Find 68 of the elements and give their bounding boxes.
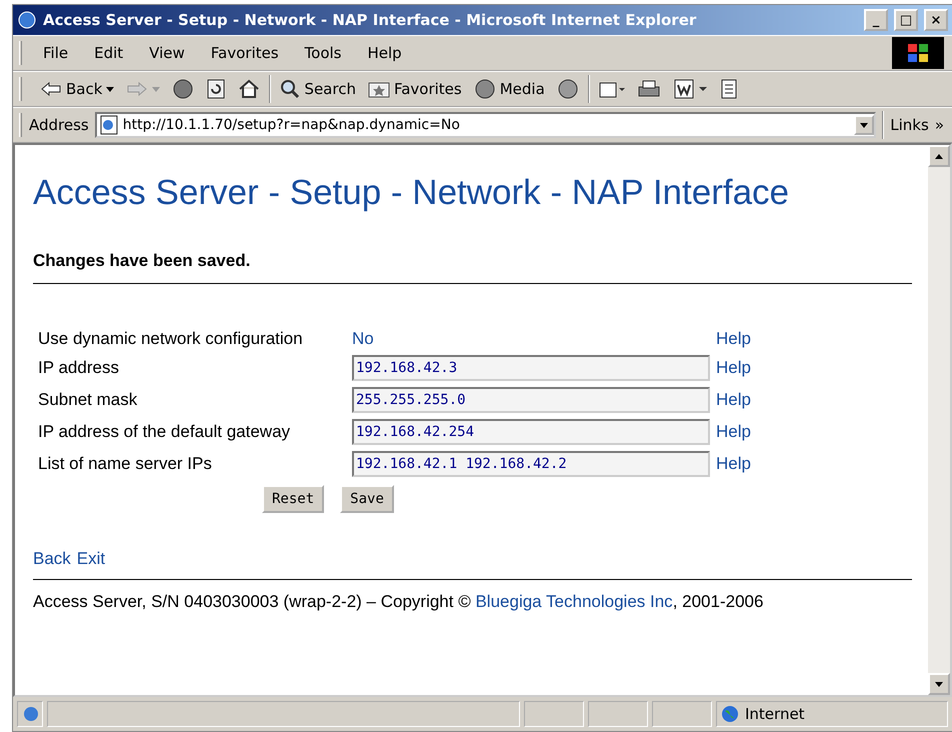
menu-item[interactable]: Tools: [298, 42, 348, 64]
caret-icon: [106, 86, 114, 92]
menu-item[interactable]: Help: [362, 42, 408, 64]
field-label: IP address of the default gateway: [38, 422, 292, 442]
back-arrow-icon: [40, 81, 62, 97]
printer-icon: [636, 79, 661, 99]
search-button[interactable]: Search: [277, 77, 359, 101]
input-field[interactable]: 192.168.42.254: [352, 419, 710, 445]
caret-icon: [152, 86, 160, 92]
stop-icon: [172, 78, 194, 100]
input-field[interactable]: 192.168.42.3: [352, 355, 710, 381]
input-field[interactable]: 255.255.255.0: [352, 387, 710, 413]
window-title: Access Server - Setup - Network - NAP Interface - Microsoft Internet Explorer: [43, 11, 698, 29]
browser-logo-icon: [17, 10, 37, 30]
page-heading: Access Server - Setup - Network - NAP Interface: [33, 173, 790, 213]
caret-icon: [860, 123, 868, 128]
page-icon: [22, 705, 38, 723]
scrollbar[interactable]: [928, 145, 950, 695]
document-icon: [718, 78, 739, 100]
input-field[interactable]: 192.168.42.1 192.168.42.2: [352, 451, 710, 477]
menu-item[interactable]: Edit: [88, 42, 130, 64]
caret-down-icon: [935, 682, 943, 686]
window-control-button[interactable]: _: [864, 9, 888, 31]
star-folder-icon: [368, 80, 390, 98]
media-icon: [474, 78, 496, 100]
window-control-button[interactable]: □: [894, 9, 918, 31]
scroll-up-button[interactable]: [928, 145, 950, 167]
address-label: Address: [29, 116, 89, 134]
footer-years: , 2001-2006: [672, 592, 764, 611]
zone-label: Internet: [745, 705, 805, 723]
home-icon: [238, 78, 260, 100]
field-label: Use dynamic network configuration: [38, 329, 304, 349]
back-button[interactable]: Back: [37, 78, 118, 100]
menu-item[interactable]: Favorites: [204, 42, 285, 64]
footer-text: Access Server, S/N 0403030003 (wrap-2-2) – Copyright ©: [33, 592, 472, 611]
word-document-icon: [672, 78, 707, 100]
links-button[interactable]: Links: [890, 116, 929, 134]
field-label: List of name server IPs: [38, 454, 213, 474]
form-button[interactable]: Reset: [262, 485, 324, 513]
field-label: IP address: [38, 358, 120, 378]
help-link[interactable]: Help: [716, 422, 751, 441]
globe-icon: [721, 705, 739, 723]
menu-item[interactable]: View: [143, 42, 191, 64]
window-control-button[interactable]: ×: [924, 9, 948, 31]
refresh-icon: [206, 78, 226, 100]
status-message: Changes have been saved.: [33, 251, 912, 284]
windows-logo-icon: [892, 37, 944, 69]
form-button[interactable]: Save: [340, 485, 394, 513]
help-link[interactable]: Help: [716, 329, 751, 348]
help-link[interactable]: Help: [716, 390, 751, 409]
caret-up-icon: [935, 154, 943, 158]
address-field[interactable]: http://10.1.1.70/setup?r=nap&nap.dynamic=No: [94, 112, 876, 138]
page-icon: [98, 115, 119, 135]
company-link[interactable]: Bluegiga Technologies Inc: [475, 592, 673, 611]
help-link[interactable]: Help: [716, 454, 751, 473]
menu-item[interactable]: File: [37, 42, 74, 64]
value-link[interactable]: No: [352, 329, 374, 348]
nav-link[interactable]: Exit: [76, 549, 106, 569]
more-chevron[interactable]: »: [934, 116, 944, 134]
forward-arrow-icon: [126, 81, 148, 97]
favorites-button[interactable]: Favorites: [364, 78, 465, 100]
media-button[interactable]: Media: [470, 76, 548, 102]
field-label: Subnet mask: [38, 390, 138, 410]
dropdown-button[interactable]: [854, 115, 874, 135]
help-link[interactable]: Help: [716, 358, 751, 377]
search-icon: [280, 79, 300, 99]
nav-link[interactable]: Back: [33, 549, 71, 569]
scroll-down-button[interactable]: [928, 673, 950, 695]
